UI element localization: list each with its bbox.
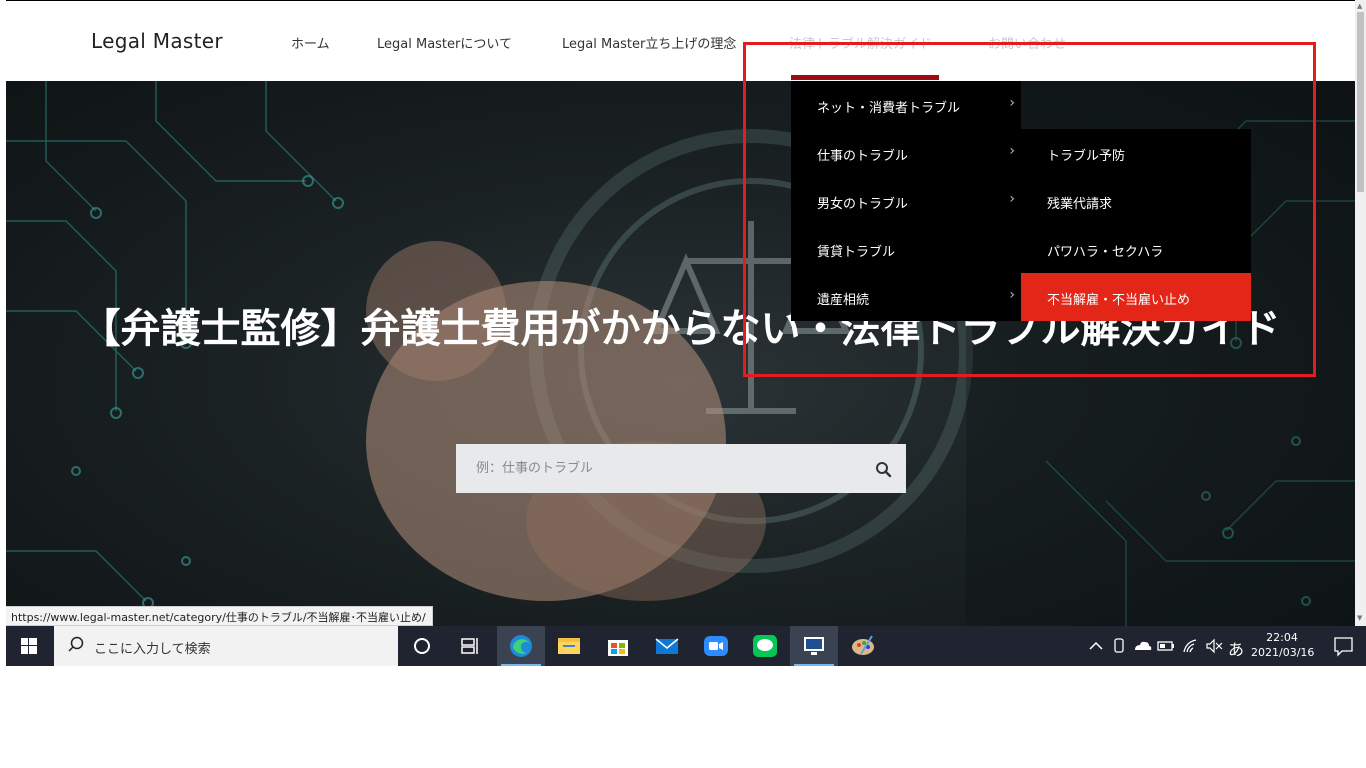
dropdown-item-net-consumer[interactable]: ネット・消費者トラブル › <box>791 81 1021 129</box>
submenu-item-prevention[interactable]: トラブル予防 <box>1021 129 1251 177</box>
clock-time: 22:04 <box>1266 631 1298 644</box>
chevron-right-icon: › <box>1009 287 1015 303</box>
taskbar-mail[interactable] <box>643 626 691 666</box>
cloud-icon <box>1135 641 1152 650</box>
tray-onedrive[interactable] <box>1130 626 1154 666</box>
submenu-item-dismissal[interactable]: 不当解雇・不当雇い止め <box>1021 273 1251 321</box>
cortana-button[interactable] <box>398 626 446 666</box>
taskbar-edge[interactable] <box>497 626 545 666</box>
taskbar-paint[interactable] <box>839 626 887 666</box>
nav-home[interactable]: ホーム <box>291 33 330 52</box>
search-button[interactable] <box>870 456 896 482</box>
remote-desktop-icon <box>804 637 824 655</box>
cortana-circle-icon <box>414 638 430 654</box>
device-icon <box>1114 638 1124 653</box>
store-bag-icon <box>608 640 628 656</box>
nav-about[interactable]: Legal Masterについて <box>377 33 512 52</box>
submenu-item-overtime[interactable]: 残業代請求 <box>1021 177 1251 225</box>
dropdown-item-label: 遺産相続 <box>817 293 870 308</box>
zoom-video-icon <box>704 636 728 656</box>
chevron-right-icon: › <box>1009 191 1015 207</box>
taskbar-store[interactable] <box>594 626 642 666</box>
dropdown-item-label: 賃貸トラブル <box>817 245 896 260</box>
folder-icon <box>558 638 580 654</box>
submenu-item-label: 不当解雇・不当雇い止め <box>1047 293 1191 308</box>
tray-overflow-button[interactable] <box>1084 626 1108 666</box>
search-icon <box>68 636 84 652</box>
dropdown-menu: ネット・消費者トラブル › 仕事のトラブル › 男女のトラブル › 賃貸トラブル… <box>791 81 1021 321</box>
nav-trouble-guide[interactable]: 法律トラブル解決ガイド <box>789 33 932 52</box>
scroll-up-arrow-icon[interactable]: ▲ <box>1357 2 1362 10</box>
site-header: Legal Master ホーム Legal Masterについて Legal … <box>6 1 1355 81</box>
taskbar-clock[interactable]: 22:04 2021/03/16 <box>1251 630 1315 660</box>
paint-palette-icon <box>852 635 874 655</box>
dropdown-item-relationship[interactable]: 男女のトラブル › <box>791 177 1021 225</box>
dropdown-item-label: 男女のトラブル <box>817 197 909 212</box>
tray-battery[interactable] <box>1154 626 1178 666</box>
nav-philosophy[interactable]: Legal Master立ち上げの理念 <box>562 33 736 52</box>
volume-muted-icon <box>1206 638 1223 654</box>
mail-icon <box>655 638 679 654</box>
clock-date: 2021/03/16 <box>1251 646 1315 659</box>
dropdown-accent-bar <box>791 75 939 80</box>
dropdown-submenu: トラブル予防 残業代請求 パワハラ・セクハラ 不当解雇・不当雇い止め <box>1021 129 1251 321</box>
taskbar-file-explorer[interactable] <box>545 626 593 666</box>
tray-people[interactable] <box>1108 626 1130 666</box>
dropdown-item-label: 仕事のトラブル <box>817 149 909 164</box>
tray-volume[interactable] <box>1202 626 1226 666</box>
submenu-item-harassment[interactable]: パワハラ・セクハラ <box>1021 225 1251 273</box>
chevron-right-icon: › <box>1009 95 1015 111</box>
dropdown-item-work[interactable]: 仕事のトラブル › <box>791 129 1021 177</box>
windows-logo-icon <box>21 638 37 654</box>
submenu-item-label: 残業代請求 <box>1047 197 1113 212</box>
dropdown-item-rental[interactable]: 賃貸トラブル <box>791 225 1021 273</box>
taskbar-search-box[interactable]: ここに入力して検索 <box>54 626 398 666</box>
start-button[interactable] <box>6 626 52 666</box>
browser-page: Legal Master ホーム Legal Masterについて Legal … <box>6 0 1355 626</box>
site-logo[interactable]: Legal Master <box>91 29 223 53</box>
taskbar-line[interactable] <box>741 626 789 666</box>
taskbar-remote-app[interactable] <box>790 626 838 666</box>
hero-search-input[interactable] <box>456 444 856 493</box>
line-chat-icon <box>753 635 777 657</box>
scrollbar-thumb[interactable] <box>1357 12 1364 192</box>
dropdown-item-label: ネット・消費者トラブル <box>817 101 961 116</box>
vertical-scrollbar[interactable]: ▲ ▼ <box>1355 0 1366 626</box>
dropdown-item-inheritance[interactable]: 遺産相続 › <box>791 273 1021 321</box>
battery-icon <box>1157 641 1174 651</box>
blank-screen-area <box>0 666 1366 768</box>
scroll-down-arrow-icon[interactable]: ▼ <box>1357 614 1362 622</box>
tray-network[interactable] <box>1178 626 1202 666</box>
submenu-item-label: パワハラ・セクハラ <box>1047 245 1164 260</box>
submenu-item-label: トラブル予防 <box>1047 149 1126 164</box>
search-icon <box>876 462 892 478</box>
chevron-up-icon <box>1089 641 1103 650</box>
windows-taskbar: ここに入力して検索 あ 22:04 2021/03/16 <box>6 626 1366 666</box>
nav-contact[interactable]: お問い合わせ <box>988 33 1066 52</box>
wifi-icon <box>1183 639 1197 653</box>
taskbar-zoom[interactable] <box>692 626 740 666</box>
task-view-icon <box>461 638 478 654</box>
chevron-right-icon: › <box>1009 143 1015 159</box>
taskbar-search-placeholder: ここに入力して検索 <box>94 642 211 657</box>
edge-browser-icon <box>510 635 532 657</box>
link-status-bar: https://www.legal-master.net/category/仕事… <box>6 606 433 626</box>
hero-search-box <box>456 444 906 493</box>
action-center-button[interactable] <box>1326 626 1360 666</box>
notification-icon <box>1334 637 1353 657</box>
task-view-button[interactable] <box>446 626 494 666</box>
